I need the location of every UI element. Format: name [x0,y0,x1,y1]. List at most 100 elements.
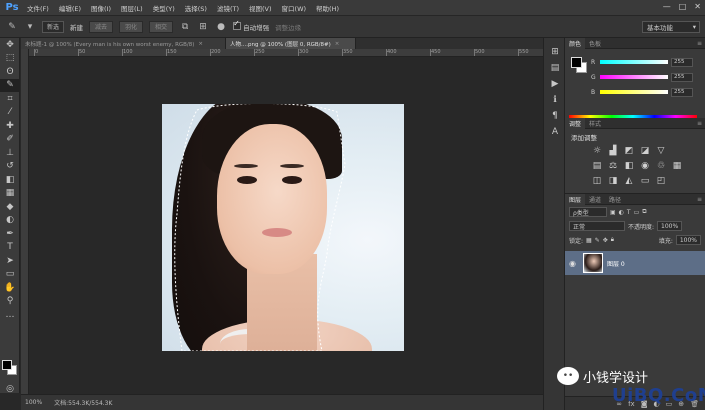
layer-row[interactable]: ◉ 图层 0 [565,251,705,275]
red-value-input[interactable]: 255 [671,57,693,67]
green-value-input[interactable]: 255 [671,72,693,82]
quick-mask-icon[interactable]: ◎ [0,382,20,396]
canvas-area[interactable] [29,57,543,394]
gradient-map-icon[interactable]: ▭ [639,175,651,187]
tab-paths[interactable]: 路径 [605,194,625,205]
layer-name[interactable]: 图层 0 [607,259,625,268]
blue-value-input[interactable]: 255 [671,87,693,97]
eyedropper-tool-icon[interactable]: ⁄ [0,106,20,120]
blend-mode-select[interactable]: 正常 [569,221,625,231]
minimize-button[interactable]: — [663,2,671,11]
menu-image[interactable]: 图像(I) [86,3,116,13]
tab-untitled[interactable]: 未标题-1 @ 100% (Every man is his own worst… [21,38,226,49]
menu-filter[interactable]: 滤镜(T) [212,3,244,13]
actions-icon[interactable]: ▶ [544,76,566,92]
zoom-tool-icon[interactable]: ⚲ [0,295,20,309]
clone-stamp-tool-icon[interactable]: ⊥ [0,146,20,160]
lock-pixels-icon[interactable]: ▦ [586,237,592,244]
history-icon[interactable]: ⊞ [544,44,566,60]
channel-mixer-icon[interactable]: ♲ [655,160,667,172]
filter-shape-icon[interactable]: ▭ [634,209,640,216]
auto-enhance-checkbox[interactable]: 自动增强 [233,19,269,32]
shape-tool-icon[interactable]: ▭ [0,268,20,282]
opacity-input[interactable]: 100% [657,221,683,231]
filter-adjust-icon[interactable]: ◐ [619,209,624,216]
healing-brush-tool-icon[interactable]: ✚ [0,119,20,133]
visibility-eye-icon[interactable]: ◉ [569,259,579,268]
panel-menu-icon[interactable]: ≡ [697,40,702,47]
lock-paint-icon[interactable]: ✎ [595,237,600,244]
properties-icon[interactable]: ▤ [544,60,566,76]
blur-tool-icon[interactable]: ◆ [0,200,20,214]
intersect-button[interactable]: 相交 [149,20,174,33]
green-slider[interactable] [600,75,668,79]
eraser-tool-icon[interactable]: ◧ [0,173,20,187]
brush-options-icon[interactable]: ● [215,21,227,33]
workspace-select[interactable]: 基本功能 ▾ [642,21,700,33]
history-brush-tool-icon[interactable]: ↺ [0,160,20,174]
tab-person-png[interactable]: 人物....png @ 100% (图层 0, RGB/8#) × [226,38,356,49]
tab-channels[interactable]: 通道 [585,194,605,205]
selective-color-icon[interactable]: ◰ [655,175,667,187]
gradient-tool-icon[interactable]: ▦ [0,187,20,201]
more-tools-icon[interactable]: … [0,308,20,322]
info-icon[interactable]: ℹ [544,92,566,108]
tab-layers[interactable]: 图层 [565,193,586,205]
pen-tool-icon[interactable]: ✒ [0,227,20,241]
menu-edit[interactable]: 编辑(E) [54,3,86,13]
close-icon[interactable]: × [198,41,203,47]
tab-swatches[interactable]: 色板 [585,38,605,49]
foreground-color-swatch[interactable] [2,360,12,370]
chevron-down-icon[interactable]: ▾ [24,21,36,33]
filter-smart-icon[interactable]: ⧉ [642,208,646,216]
portrait-photo[interactable] [162,104,404,351]
selection-mode-select[interactable]: 新选 [42,20,65,33]
sample-layers-icon[interactable]: ⊞ [197,21,209,33]
dodge-tool-icon[interactable]: ◐ [0,214,20,228]
foreground-color-swatch[interactable] [571,57,582,68]
crop-tool-icon[interactable]: ⌗ [0,92,20,106]
tab-styles[interactable]: 样式 [585,118,605,129]
menu-view[interactable]: 视图(V) [244,3,277,13]
menu-select[interactable]: 选择(S) [180,3,212,13]
lock-all-icon[interactable]: 🔒︎ [611,236,614,244]
menu-layer[interactable]: 图层(L) [116,3,148,13]
threshold-icon[interactable]: ◭ [623,175,635,187]
vibrance-icon[interactable]: ▽ [655,145,667,157]
path-selection-tool-icon[interactable]: ➤ [0,254,20,268]
close-button[interactable]: ✕ [694,2,701,11]
close-icon[interactable]: × [335,41,340,47]
curves-icon[interactable]: ◩ [623,145,635,157]
brush-size-icon[interactable]: ⧉ [179,21,191,33]
move-tool-icon[interactable]: ✥ [0,38,20,52]
menu-file[interactable]: 文件(F) [22,3,54,13]
marquee-tool-icon[interactable]: ⬚ [0,52,20,66]
tab-adjustments[interactable]: 调整 [565,117,586,129]
filter-pixel-icon[interactable]: ▣ [610,209,616,216]
quick-selection-tool-icon[interactable]: ✎ [0,78,20,92]
panel-menu-icon[interactable]: ≡ [697,196,702,203]
character-icon[interactable]: A [544,124,566,140]
invert-icon[interactable]: ◫ [591,175,603,187]
hue-saturation-icon[interactable]: ▤ [591,160,603,172]
refine-edge-button[interactable]: 调整边缘 [275,22,301,32]
paragraph-icon[interactable]: ¶ [544,108,566,124]
fill-input[interactable]: 100% [675,235,701,245]
menu-window[interactable]: 窗口(W) [277,3,312,13]
photo-filter-icon[interactable]: ◉ [639,160,651,172]
black-white-icon[interactable]: ◧ [623,160,635,172]
brush-tool-icon[interactable]: ✐ [0,133,20,147]
menu-help[interactable]: 帮助(H) [311,3,344,13]
feather-button[interactable]: 羽化 [119,20,144,33]
color-balance-icon[interactable]: ⚖ [607,160,619,172]
color-lookup-icon[interactable]: ▦ [671,160,683,172]
quick-selection-tool-icon[interactable]: ✎ [6,21,18,33]
filter-type-icon[interactable]: T [627,209,631,216]
zoom-level[interactable]: 100% [25,399,42,406]
layer-filter-select[interactable]: ρ类型 [569,207,607,217]
tab-color[interactable]: 颜色 [565,37,586,49]
menu-type[interactable]: 类型(Y) [148,3,180,13]
maximize-button[interactable]: □ [679,2,687,11]
lock-move-icon[interactable]: ✥ [603,237,608,244]
exposure-icon[interactable]: ◪ [639,145,651,157]
